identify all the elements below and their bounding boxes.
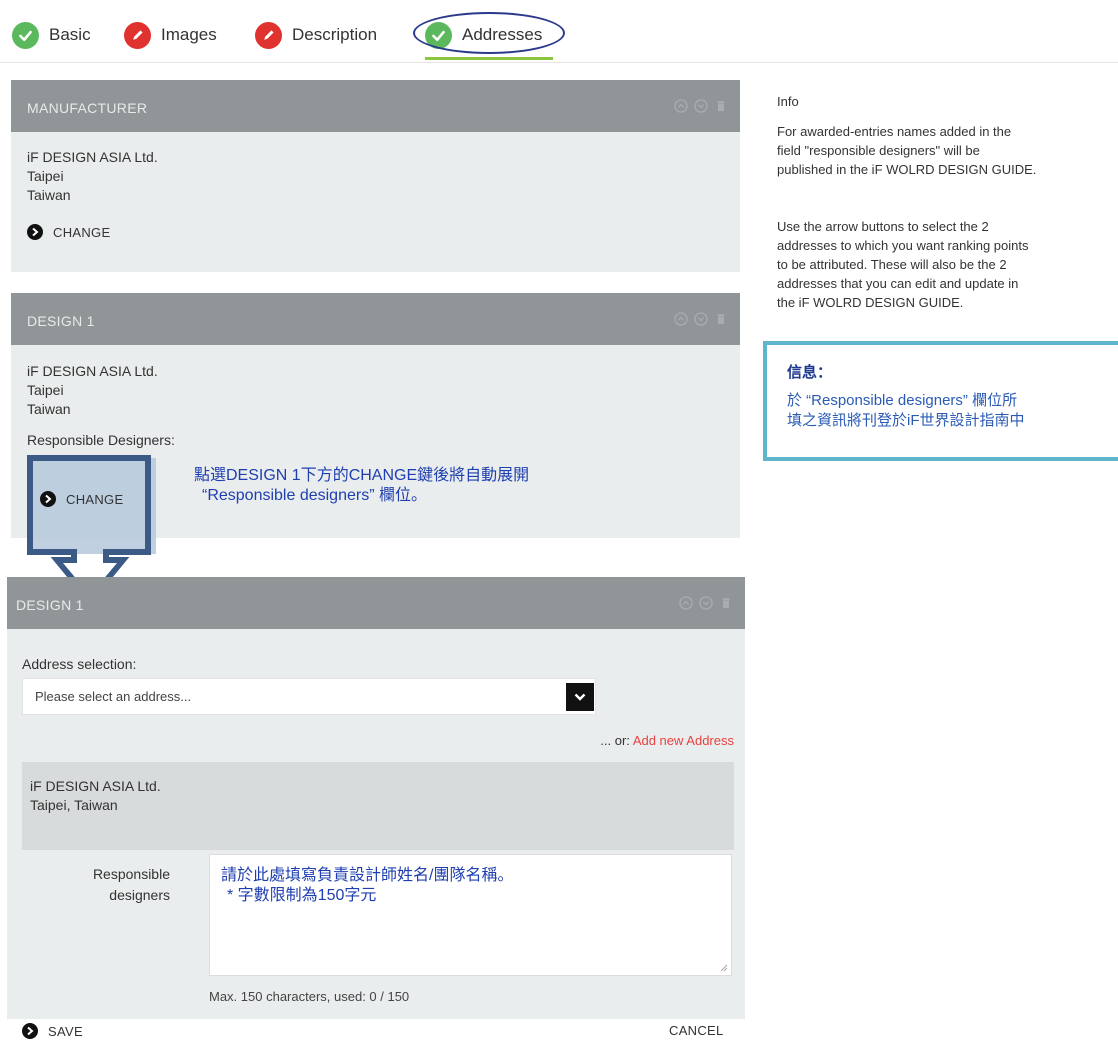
card-header: DESIGN 1 [7, 577, 745, 629]
trash-icon[interactable] [714, 312, 728, 326]
address-line: iF DESIGN ASIA Ltd. [27, 363, 158, 379]
info-title: Info [777, 94, 799, 109]
address-line: Taipei [27, 168, 64, 184]
responsible-designers-field-label: Responsible designers [60, 864, 170, 906]
address-line: iF DESIGN ASIA Ltd. [30, 778, 161, 794]
chinese-info-callout: 信息： 於 “Responsible designers” 欄位所 填之資訊將刊… [763, 341, 1118, 461]
card-body: iF DESIGN ASIA Ltd. Taipei Taiwan [27, 148, 158, 205]
card-actions [674, 99, 728, 113]
address-line: Taipei, Taiwan [30, 797, 118, 813]
arrow-right-icon [27, 224, 43, 240]
label-line: Responsible [92, 866, 170, 882]
info-paragraph-1: For awarded-entries names added in the f… [777, 122, 1117, 179]
cancel-button[interactable]: CANCEL [669, 1023, 724, 1038]
select-placeholder: Please select an address... [35, 689, 192, 704]
address-line: Taiwan [27, 187, 71, 203]
address-select[interactable]: Please select an address... [22, 678, 596, 715]
arrow-right-icon [22, 1023, 38, 1039]
info-line: to be attributed. These will also be the… [777, 257, 1007, 272]
label-line: designers [109, 887, 170, 903]
or-label: ... or: [600, 733, 630, 748]
chevron-up-icon[interactable] [674, 99, 688, 113]
address-line: Taipei [27, 382, 64, 398]
tab-basic[interactable]: Basic [12, 18, 91, 52]
callout-line: 填之資訊將刊登於iF世界設計指南中 [787, 412, 1025, 429]
card-title: DESIGN 1 [16, 597, 84, 613]
hint-line: 請於此處填寫負責設計師姓名/團隊名稱。 [221, 867, 514, 884]
trash-icon[interactable] [719, 596, 733, 610]
change-label: CHANGE [53, 224, 111, 240]
info-line: For awarded-entries names added in the [777, 124, 1012, 139]
card-header: MANUFACTURER [11, 80, 740, 132]
callout-body: 於 “Responsible designers” 欄位所 填之資訊將刊登於iF… [787, 391, 1025, 431]
info-line: Use the arrow buttons to select the 2 [777, 219, 989, 234]
check-icon [12, 21, 39, 49]
address-selection-label: Address selection: [22, 656, 137, 672]
annotation-line: 點選DESIGN 1下方的CHANGE鍵後將自動展開 [194, 467, 530, 484]
tab-description[interactable]: Description [255, 18, 377, 52]
hint-line: * 字數限制為150字元 [227, 887, 377, 904]
add-new-address-link[interactable]: Add new Address [633, 733, 734, 748]
tab-label: Description [292, 25, 378, 44]
save-label: SAVE [48, 1023, 83, 1039]
trash-icon[interactable] [714, 99, 728, 113]
info-line: published in the iF WOLRD DESIGN GUIDE. [777, 162, 1037, 177]
character-counter: Max. 150 characters, used: 0 / 150 [209, 989, 410, 1004]
chevron-down-icon[interactable] [694, 312, 708, 326]
chevron-down-icon[interactable] [694, 99, 708, 113]
info-line: addresses that you can edit and update i… [777, 276, 1019, 291]
callout-title: 信息： [787, 364, 833, 381]
selected-address-box: iF DESIGN ASIA Ltd. Taipei, Taiwan [22, 762, 734, 850]
active-tab-highlight [413, 12, 565, 54]
pencil-icon [255, 21, 282, 49]
info-paragraph-2: Use the arrow buttons to select the 2 ad… [777, 217, 1117, 312]
card-body: iF DESIGN ASIA Ltd. Taipei Taiwan Respon… [27, 362, 175, 450]
card-actions [674, 312, 728, 326]
chevron-up-icon[interactable] [679, 596, 693, 610]
card-actions [679, 596, 733, 610]
tab-label: Basic [49, 25, 91, 44]
tab-images[interactable]: Images [124, 18, 217, 52]
chevron-up-icon[interactable] [674, 312, 688, 326]
chevron-down-icon[interactable] [699, 596, 713, 610]
annotation-text: 點選DESIGN 1下方的CHANGE鍵後將自動展開 “Responsible … [194, 466, 529, 506]
responsible-designers-textarea[interactable]: 請於此處填寫負責設計師姓名/團隊名稱。 * 字數限制為150字元 [209, 854, 732, 976]
info-line: addresses to which you want ranking poin… [777, 238, 1029, 253]
manufacturer-change-button[interactable]: CHANGE [27, 224, 110, 240]
info-line: field "responsible designers" will be [777, 143, 980, 158]
resize-handle-icon[interactable] [720, 964, 728, 972]
card-title: DESIGN 1 [27, 313, 95, 329]
chevron-down-icon[interactable] [566, 683, 594, 711]
address-line: Taiwan [27, 401, 71, 417]
step-tabs: Basic Images Description Addresses [0, 0, 1118, 63]
pencil-icon [124, 21, 151, 49]
annotation-line: “Responsible designers” 欄位。 [202, 487, 427, 504]
callout-line: 於 “Responsible designers” 欄位所 [787, 392, 1018, 409]
tab-label: Images [161, 25, 217, 44]
active-tab-underline [425, 57, 553, 60]
textarea-hint: 請於此處填寫負責設計師姓名/團隊名稱。 * 字數限制為150字元 [221, 866, 513, 906]
card-header: DESIGN 1 [11, 293, 740, 345]
address-line: iF DESIGN ASIA Ltd. [27, 149, 158, 165]
info-line: the iF WOLRD DESIGN GUIDE. [777, 295, 964, 310]
save-button[interactable]: SAVE [22, 1023, 83, 1039]
card-title: MANUFACTURER [27, 100, 148, 116]
add-address-row: ... or: Add new Address [600, 733, 734, 748]
manufacturer-card: MANUFACTURER iF DESIGN ASIA Ltd. Taipei … [11, 80, 740, 272]
responsible-designers-label: Responsible Designers: [27, 432, 175, 448]
